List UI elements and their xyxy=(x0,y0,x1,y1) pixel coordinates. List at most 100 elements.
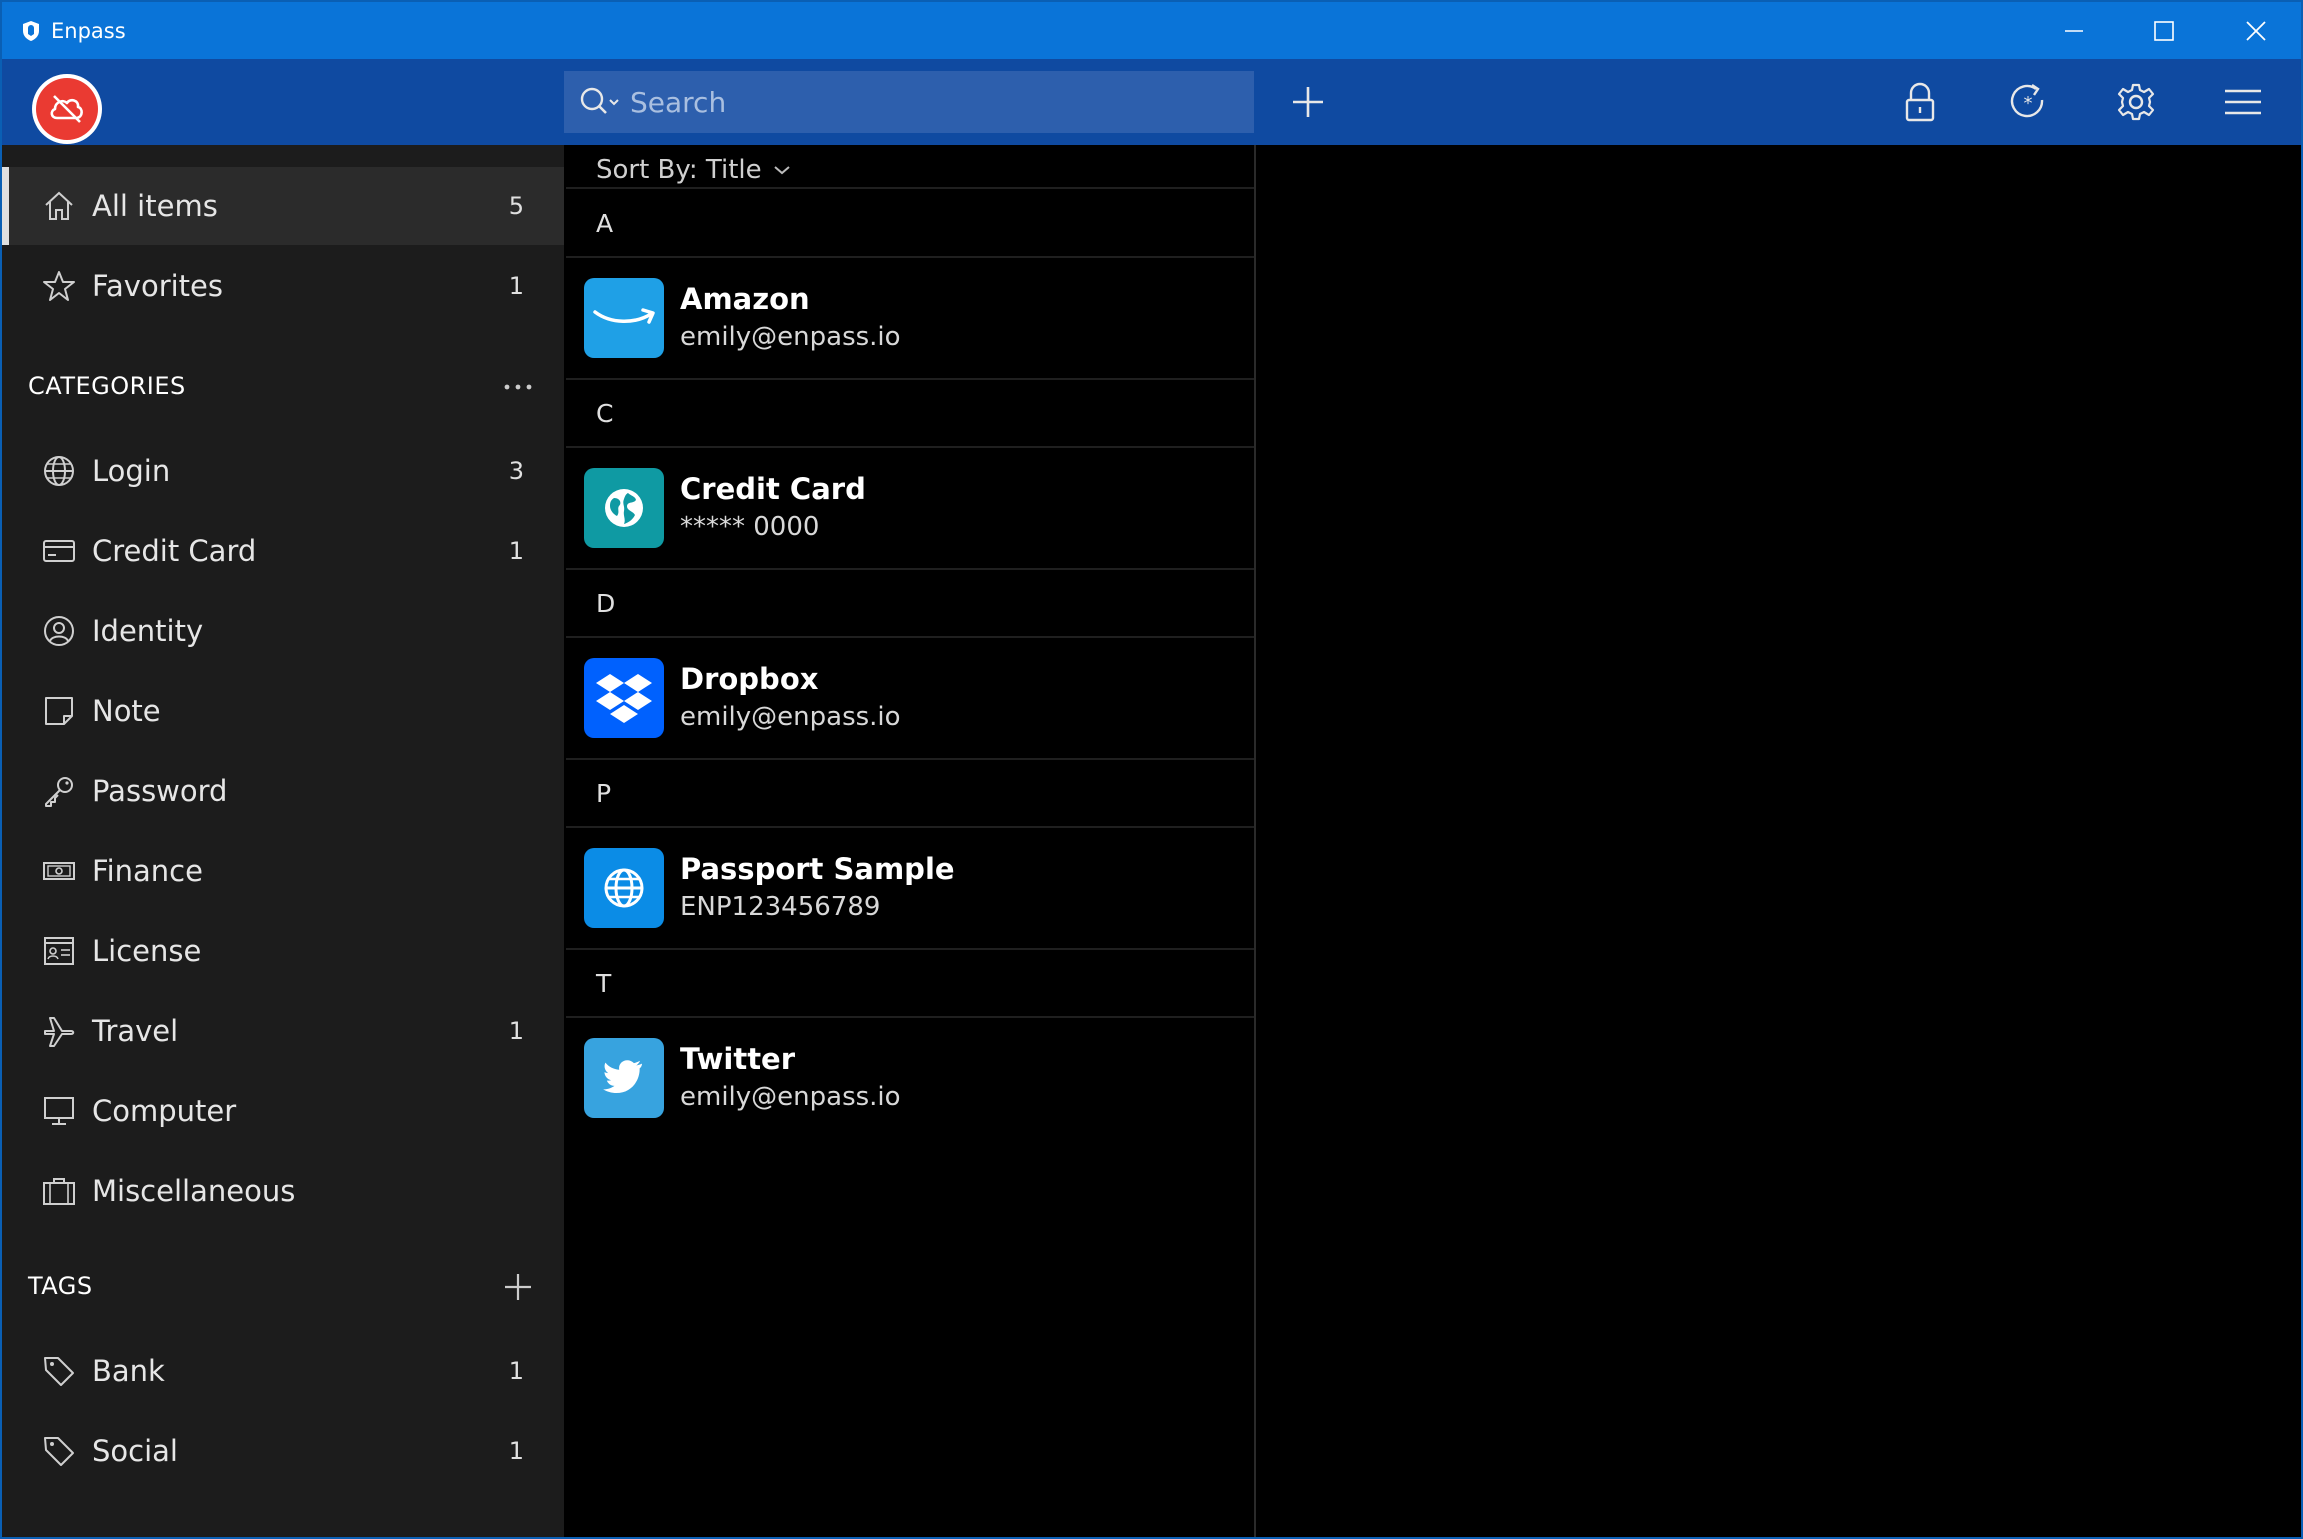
sidebar-item-label: Travel xyxy=(92,1014,179,1048)
group-letter: T xyxy=(596,969,612,998)
search-box[interactable] xyxy=(564,71,1254,133)
group-letter: P xyxy=(596,779,612,808)
maximize-icon xyxy=(2154,20,2174,41)
plus-icon xyxy=(1293,87,1323,117)
group-letter: D xyxy=(596,589,616,618)
list-item-twitter[interactable]: Twitter emily@enpass.io xyxy=(566,1018,1254,1138)
sidebar-item-count: 1 xyxy=(508,1437,524,1465)
sidebar-item-label: Note xyxy=(92,694,161,728)
maximize-button[interactable] xyxy=(2118,2,2210,59)
list-item-amazon[interactable]: Amazon emily@enpass.io xyxy=(566,258,1254,378)
sidebar-item-computer[interactable]: Computer xyxy=(2,1072,564,1150)
enpass-logo-icon xyxy=(23,20,39,41)
add-item-button[interactable] xyxy=(1277,71,1339,133)
amazon-icon xyxy=(584,278,664,358)
sidebar-item-label: All items xyxy=(92,189,218,223)
sidebar-item-count: 1 xyxy=(508,1357,524,1385)
credit-card-icon xyxy=(40,532,78,570)
settings-button[interactable] xyxy=(2105,71,2167,133)
note-icon xyxy=(40,692,78,730)
toolbar: * xyxy=(2,59,2301,145)
password-generator-button[interactable]: * xyxy=(1997,71,2059,133)
banknote-icon xyxy=(40,852,78,890)
sidebar-item-label: Identity xyxy=(92,614,204,648)
home-icon xyxy=(40,187,78,225)
sidebar-item-label: Social xyxy=(92,1434,178,1468)
cloud-off-icon xyxy=(50,95,83,123)
sidebar-item-label: Finance xyxy=(92,854,203,888)
menu-button[interactable] xyxy=(2212,71,2274,133)
tag-icon xyxy=(40,1352,78,1390)
dropbox-icon xyxy=(584,658,664,738)
twitter-icon xyxy=(584,1038,664,1118)
sort-dropdown[interactable]: Sort By: Title xyxy=(596,155,792,185)
detail-pane xyxy=(1258,145,2301,1537)
plus-icon xyxy=(505,1274,531,1300)
list-item-credit-card[interactable]: Credit Card ***** 0000 xyxy=(566,448,1254,568)
monitor-icon xyxy=(40,1092,78,1130)
globe-icon xyxy=(40,452,78,490)
sidebar-item-note[interactable]: Note xyxy=(2,672,564,750)
list-item-passport-sample[interactable]: Passport Sample ENP123456789 xyxy=(566,828,1254,948)
sidebar-item-tag-social[interactable]: Social 1 xyxy=(2,1412,564,1490)
sidebar-item-label: License xyxy=(92,934,202,968)
sidebar-item-credit-card[interactable]: Credit Card 1 xyxy=(2,512,564,590)
license-icon xyxy=(40,932,78,970)
group-letter: A xyxy=(596,209,614,238)
more-dots-icon xyxy=(504,384,532,390)
tags-header: TAGS xyxy=(28,1272,93,1300)
sidebar-item-travel[interactable]: Travel 1 xyxy=(2,992,564,1070)
identity-icon xyxy=(40,612,78,650)
sidebar-item-label: Password xyxy=(92,774,228,808)
sidebar-item-favorites[interactable]: Favorites 1 xyxy=(2,247,564,325)
sidebar-item-login[interactable]: Login 3 xyxy=(2,432,564,510)
globe-card-icon xyxy=(584,468,664,548)
close-icon xyxy=(2246,20,2266,41)
items-list: Sort By: Title A Amazon emily@enpass.io … xyxy=(566,145,1256,1537)
sidebar-item-password[interactable]: Password xyxy=(2,752,564,830)
sidebar-item-label: Credit Card xyxy=(92,534,257,568)
search-icon[interactable] xyxy=(576,82,624,122)
gear-icon xyxy=(2117,83,2155,121)
sidebar-item-all-items[interactable]: All items 5 xyxy=(2,167,564,245)
lock-button[interactable] xyxy=(1889,71,1951,133)
sidebar-item-count: 3 xyxy=(508,457,524,485)
tag-icon xyxy=(40,1432,78,1470)
list-item-dropbox[interactable]: Dropbox emily@enpass.io xyxy=(566,638,1254,758)
globe-icon xyxy=(584,848,664,928)
sort-label: Sort By: Title xyxy=(596,155,762,185)
sidebar-item-count: 1 xyxy=(508,272,524,300)
title-bar: Enpass xyxy=(2,2,2301,59)
add-tag-button[interactable] xyxy=(498,1267,538,1307)
chevron-down-icon xyxy=(773,166,790,175)
generator-refresh-icon: * xyxy=(2010,84,2044,118)
sync-button[interactable] xyxy=(32,74,102,144)
sidebar-item-label: Login xyxy=(92,454,171,488)
categories-more-button[interactable] xyxy=(498,367,538,407)
sidebar-item-finance[interactable]: Finance xyxy=(2,832,564,910)
sidebar: All items 5 Favorites 1 CATEGORIES Login… xyxy=(2,145,564,1537)
sidebar-item-label: Favorites xyxy=(92,269,223,303)
svg-text:*: * xyxy=(2024,93,2033,114)
airplane-icon xyxy=(40,1012,78,1050)
sidebar-item-count: 1 xyxy=(508,1017,524,1045)
item-subtitle: emily@enpass.io xyxy=(680,322,901,352)
item-subtitle: ***** 0000 xyxy=(680,512,820,542)
close-button[interactable] xyxy=(2210,2,2302,59)
star-icon xyxy=(40,267,78,305)
item-title: Credit Card xyxy=(680,472,866,506)
sidebar-item-label: Miscellaneous xyxy=(92,1174,296,1208)
sidebar-item-tag-bank[interactable]: Bank 1 xyxy=(2,1332,564,1410)
search-input[interactable] xyxy=(630,85,1230,119)
minimize-button[interactable] xyxy=(2028,2,2120,59)
sidebar-item-license[interactable]: License xyxy=(2,912,564,990)
sidebar-item-identity[interactable]: Identity xyxy=(2,592,564,670)
item-subtitle: emily@enpass.io xyxy=(680,702,901,732)
key-icon xyxy=(40,772,78,810)
sidebar-item-label: Bank xyxy=(92,1354,165,1388)
window-title: Enpass xyxy=(51,18,126,43)
sidebar-item-label: Computer xyxy=(92,1094,237,1128)
briefcase-icon xyxy=(40,1172,78,1210)
sidebar-item-miscellaneous[interactable]: Miscellaneous xyxy=(2,1152,564,1230)
sidebar-item-count: 1 xyxy=(508,537,524,565)
